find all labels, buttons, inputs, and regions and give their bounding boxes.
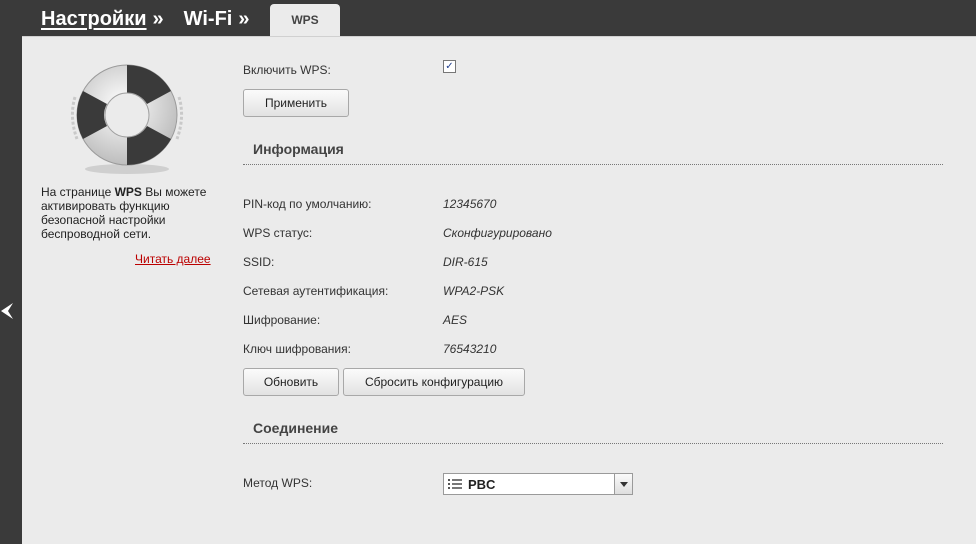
wps-method-select[interactable]: PBC <box>443 473 633 495</box>
connection-divider <box>243 443 943 444</box>
enable-wps-checkbox[interactable]: ✓ <box>443 60 456 73</box>
reset-config-button[interactable]: Сбросить конфигурацию <box>343 368 525 396</box>
breadcrumb-separator: » <box>152 7 164 30</box>
encryption-value: AES <box>443 313 468 327</box>
list-icon <box>448 479 462 489</box>
breadcrumb-wifi[interactable]: Wi-Fi <box>184 8 233 31</box>
breadcrumb-settings[interactable]: Настройки <box>41 8 147 31</box>
wps-method-value: PBC <box>468 476 496 492</box>
auth-label: Сетевая аутентификация: <box>243 284 389 298</box>
wps-method-label: Метод WPS: <box>243 476 313 490</box>
main-panel: На странице WPS Вы можете активировать ф… <box>22 36 976 544</box>
refresh-button[interactable]: Обновить <box>243 368 339 396</box>
connection-section-title: Соединение <box>253 420 339 436</box>
pin-label: PIN-код по умолчанию: <box>243 197 372 211</box>
enable-wps-label: Включить WPS: <box>243 63 331 77</box>
apply-button[interactable]: Применить <box>243 89 349 117</box>
pin-value: 12345670 <box>443 197 497 211</box>
key-label: Ключ шифрования: <box>243 342 351 356</box>
encryption-label: Шифрование: <box>243 313 321 327</box>
key-value: 76543210 <box>443 342 497 356</box>
help-text: На странице WPS Вы можете активировать ф… <box>41 185 207 241</box>
breadcrumb-separator: » <box>238 7 250 30</box>
chevron-down-icon[interactable] <box>614 474 632 494</box>
collapse-arrow-icon[interactable] <box>1 302 13 320</box>
info-divider <box>243 164 943 165</box>
wps-status-label: WPS статус: <box>243 226 313 240</box>
info-section-title: Информация <box>253 141 344 157</box>
auth-value: WPA2-PSK <box>443 284 505 298</box>
tab-wps[interactable]: WPS <box>270 4 340 36</box>
ssid-label: SSID: <box>243 255 275 269</box>
breadcrumb: Настройки » Wi-Fi » <box>41 6 269 32</box>
ssid-value: DIR-615 <box>443 255 488 269</box>
lifebuoy-icon <box>70 64 184 174</box>
wps-status-value: Сконфигурировано <box>443 226 552 240</box>
read-more-link[interactable]: Читать далее <box>135 252 211 266</box>
